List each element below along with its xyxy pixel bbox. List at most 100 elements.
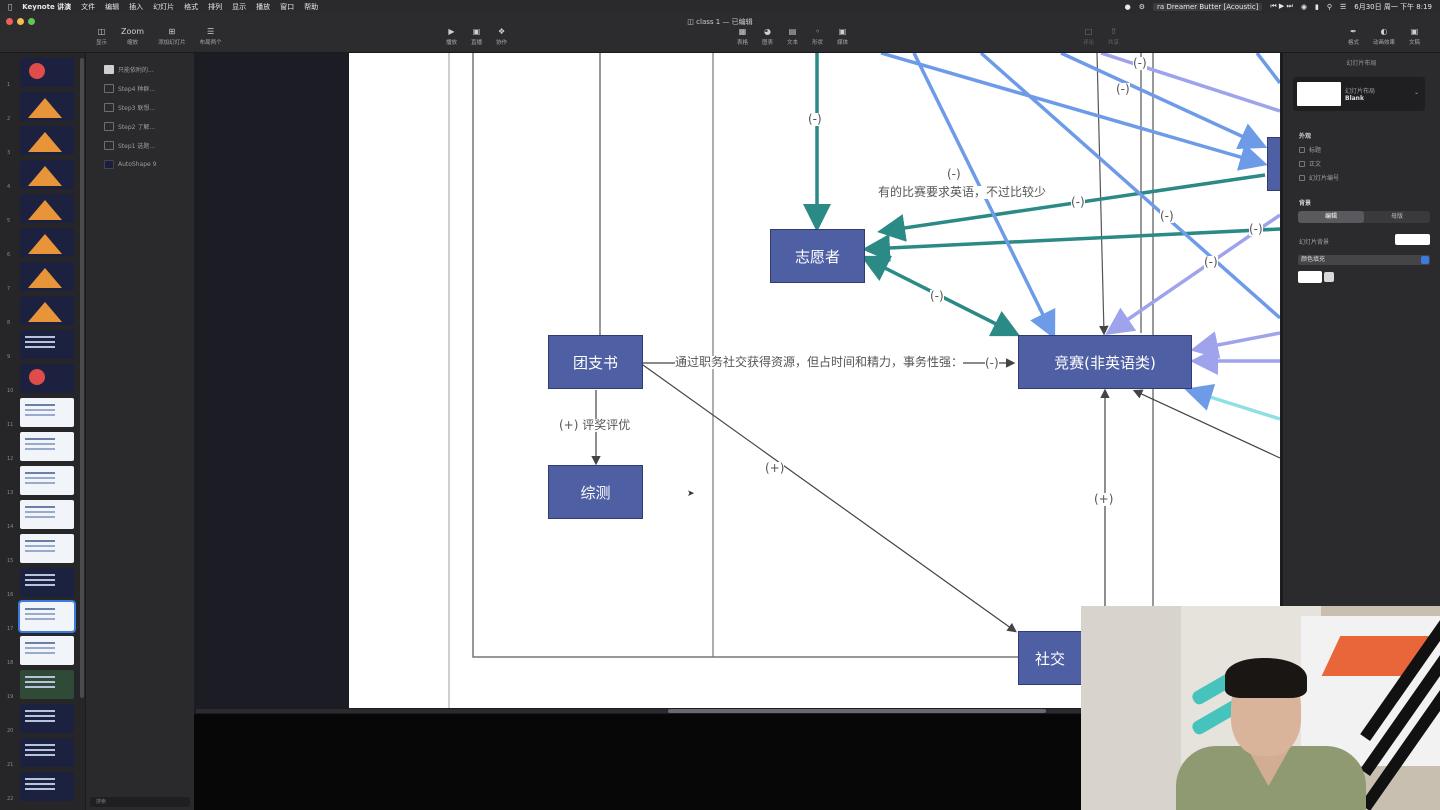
table-icon: ▦ (738, 27, 747, 36)
animate-icon: ◐ (1380, 27, 1388, 36)
body-checkbox[interactable]: 正文 (1299, 159, 1321, 168)
slide-thumbnail[interactable]: 9 (4, 330, 84, 360)
diagram-node-partial[interactable] (1267, 137, 1280, 191)
slide-thumbnail[interactable]: 2 (4, 92, 84, 122)
menu-help[interactable]: 帮助 (304, 2, 318, 12)
background-color-swatch[interactable] (1395, 234, 1430, 245)
table-button[interactable]: ▦ 表格 (737, 27, 748, 46)
connector (1190, 331, 1280, 359)
menu-arrange[interactable]: 排列 (208, 2, 222, 12)
add-slide-button[interactable]: ⊞ 添加幻灯片 (158, 27, 186, 46)
shape-button[interactable]: ◦ 形状 (812, 27, 823, 46)
control-center-icon[interactable]: ☰ (1340, 3, 1346, 11)
scrollbar-thumb[interactable] (668, 709, 1046, 713)
slide-thumbnail[interactable]: 6 (4, 228, 84, 258)
animate-button[interactable]: ◐ 动画效果 (1373, 27, 1395, 46)
status-icon[interactable]: ● (1125, 3, 1131, 11)
document-button[interactable]: ▣ 文稿 (1409, 27, 1420, 46)
slide-navigator[interactable]: 1 2 3 4 5 6 7 8 9 10 11 12 13 14 15 16 1… (0, 53, 86, 810)
edge-label: (-) (1249, 222, 1263, 236)
layout-icon: ☰ (207, 27, 215, 36)
shape-icon (104, 159, 114, 169)
node-social[interactable]: 社交 (1018, 631, 1088, 685)
slide-thumbnail[interactable]: 13 (4, 466, 84, 496)
comment-button[interactable]: □ 评论 (1083, 27, 1094, 46)
edge-label: (-) (1133, 56, 1147, 70)
object-list-item[interactable]: Step2 了解... (104, 120, 155, 132)
layout-button[interactable]: ☰ 布局两个 (200, 27, 222, 46)
search-icon[interactable]: ⚲ (1327, 3, 1332, 11)
clock-text[interactable]: 6月30日 周一 下午 8:19 (1354, 2, 1432, 12)
slide-thumbnail[interactable]: 7 (4, 262, 84, 292)
navigator-scrollbar[interactable] (80, 58, 84, 698)
slide-thumbnail[interactable]: 11 (4, 398, 84, 428)
slide-thumbnail[interactable]: 12 (4, 432, 84, 462)
slide-thumbnail[interactable]: 22 (4, 772, 84, 802)
color-well[interactable] (1298, 271, 1322, 283)
node-volunteer[interactable]: 志愿者 (770, 229, 865, 283)
slide-thumbnail[interactable]: 5 (4, 194, 84, 224)
node-competition[interactable]: 竞赛(非英语类) (1018, 335, 1192, 389)
edge-label: (-) (985, 356, 999, 370)
zoom-button[interactable]: Zoom 缩放 (121, 27, 144, 46)
background-segmented-control[interactable]: 编辑 母版 (1298, 211, 1430, 223)
live-button[interactable]: ▣ 直播 (471, 27, 482, 46)
now-playing-text[interactable]: ra Dreamer Butter [Acoustic] (1153, 2, 1263, 11)
node-assessment[interactable]: 综测 (548, 465, 643, 519)
slide-thumbnail[interactable]: 4 (4, 160, 84, 190)
layout-value: Blank (1345, 95, 1364, 102)
slide-thumbnail[interactable]: 3 (4, 126, 84, 156)
slide-thumbnail[interactable]: 1 (4, 58, 84, 88)
slide-thumbnail[interactable]: 16 (4, 568, 84, 598)
menu-view[interactable]: 显示 (232, 2, 246, 12)
fill-type-dropdown[interactable]: 颜色填充 (1298, 255, 1430, 265)
slide-thumbnail[interactable]: 15 (4, 534, 84, 564)
slide-number-checkbox[interactable]: 幻灯片编号 (1299, 173, 1339, 182)
live-icon: ▣ (472, 27, 481, 36)
object-list-item[interactable]: Step3 联想... (104, 101, 155, 113)
slide-thumbnail[interactable]: 14 (4, 500, 84, 530)
collaborate-button[interactable]: ❖ 协作 (496, 27, 507, 46)
menu-play[interactable]: 播放 (256, 2, 270, 12)
slide-thumbnail-selected[interactable]: 17 (4, 600, 84, 633)
format-button[interactable]: ✒ 格式 (1348, 27, 1359, 46)
object-list-item[interactable]: 只能依附的... (104, 63, 154, 75)
view-button[interactable]: ◫ 显示 (96, 27, 107, 46)
slide-thumbnail[interactable]: 8 (4, 296, 84, 326)
slide-layout-selector[interactable]: 幻灯片布局 Blank ⌄ (1293, 77, 1425, 111)
menu-slide[interactable]: 幻灯片 (153, 2, 174, 12)
menu-insert[interactable]: 插入 (129, 2, 143, 12)
text-icon: ▤ (788, 27, 797, 36)
status-icon[interactable]: ⚙ (1139, 3, 1145, 11)
slide-thumbnail[interactable]: 10 (4, 364, 84, 394)
slide-thumbnail[interactable]: 20 (4, 704, 84, 734)
object-list-item[interactable]: Step4 种群... (104, 82, 155, 94)
document-name[interactable]: class 1 (696, 18, 720, 26)
slide-thumbnail[interactable]: 19 (4, 670, 84, 700)
object-list-item[interactable]: AutoShape 9 (104, 158, 156, 170)
wifi-icon[interactable]: ◉ (1301, 3, 1307, 11)
menu-edit[interactable]: 编辑 (105, 2, 119, 12)
battery-icon[interactable]: ▮ (1315, 3, 1319, 11)
menu-file[interactable]: 文件 (81, 2, 95, 12)
chart-button[interactable]: ◕ 图表 (762, 27, 773, 46)
title-checkbox[interactable]: 标题 (1299, 145, 1321, 154)
screen:  Keynote 讲演 文件 编辑 插入 幻灯片 格式 排列 显示 播放 窗口… (0, 0, 1440, 810)
play-button[interactable]: ▶ 播放 (446, 27, 457, 46)
menu-app-name[interactable]: Keynote 讲演 (22, 2, 71, 12)
media-button[interactable]: ▣ 媒体 (837, 27, 848, 46)
text-button[interactable]: ▤ 文本 (787, 27, 798, 46)
slide-thumbnail[interactable]: 21 (4, 738, 84, 768)
share-button[interactable]: ⇧ 共享 (1108, 27, 1119, 46)
object-list-search-input[interactable]: 搜索 (90, 797, 190, 807)
menu-window[interactable]: 窗口 (280, 2, 294, 12)
node-youth-league-secretary[interactable]: 团支书 (548, 335, 643, 389)
slide-thumbnail[interactable]: 18 (4, 636, 84, 666)
fill-label: 幻灯片背景 (1299, 239, 1330, 246)
color-picker-button[interactable] (1324, 272, 1334, 282)
menu-format[interactable]: 格式 (184, 2, 198, 12)
object-list-item[interactable]: Step1 选题... (104, 139, 155, 151)
appearance-heading: 外观 (1299, 133, 1312, 140)
playback-controls-icon[interactable]: ⏮ ▶ ⏭ (1270, 2, 1292, 11)
apple-icon[interactable]:  (8, 3, 12, 11)
